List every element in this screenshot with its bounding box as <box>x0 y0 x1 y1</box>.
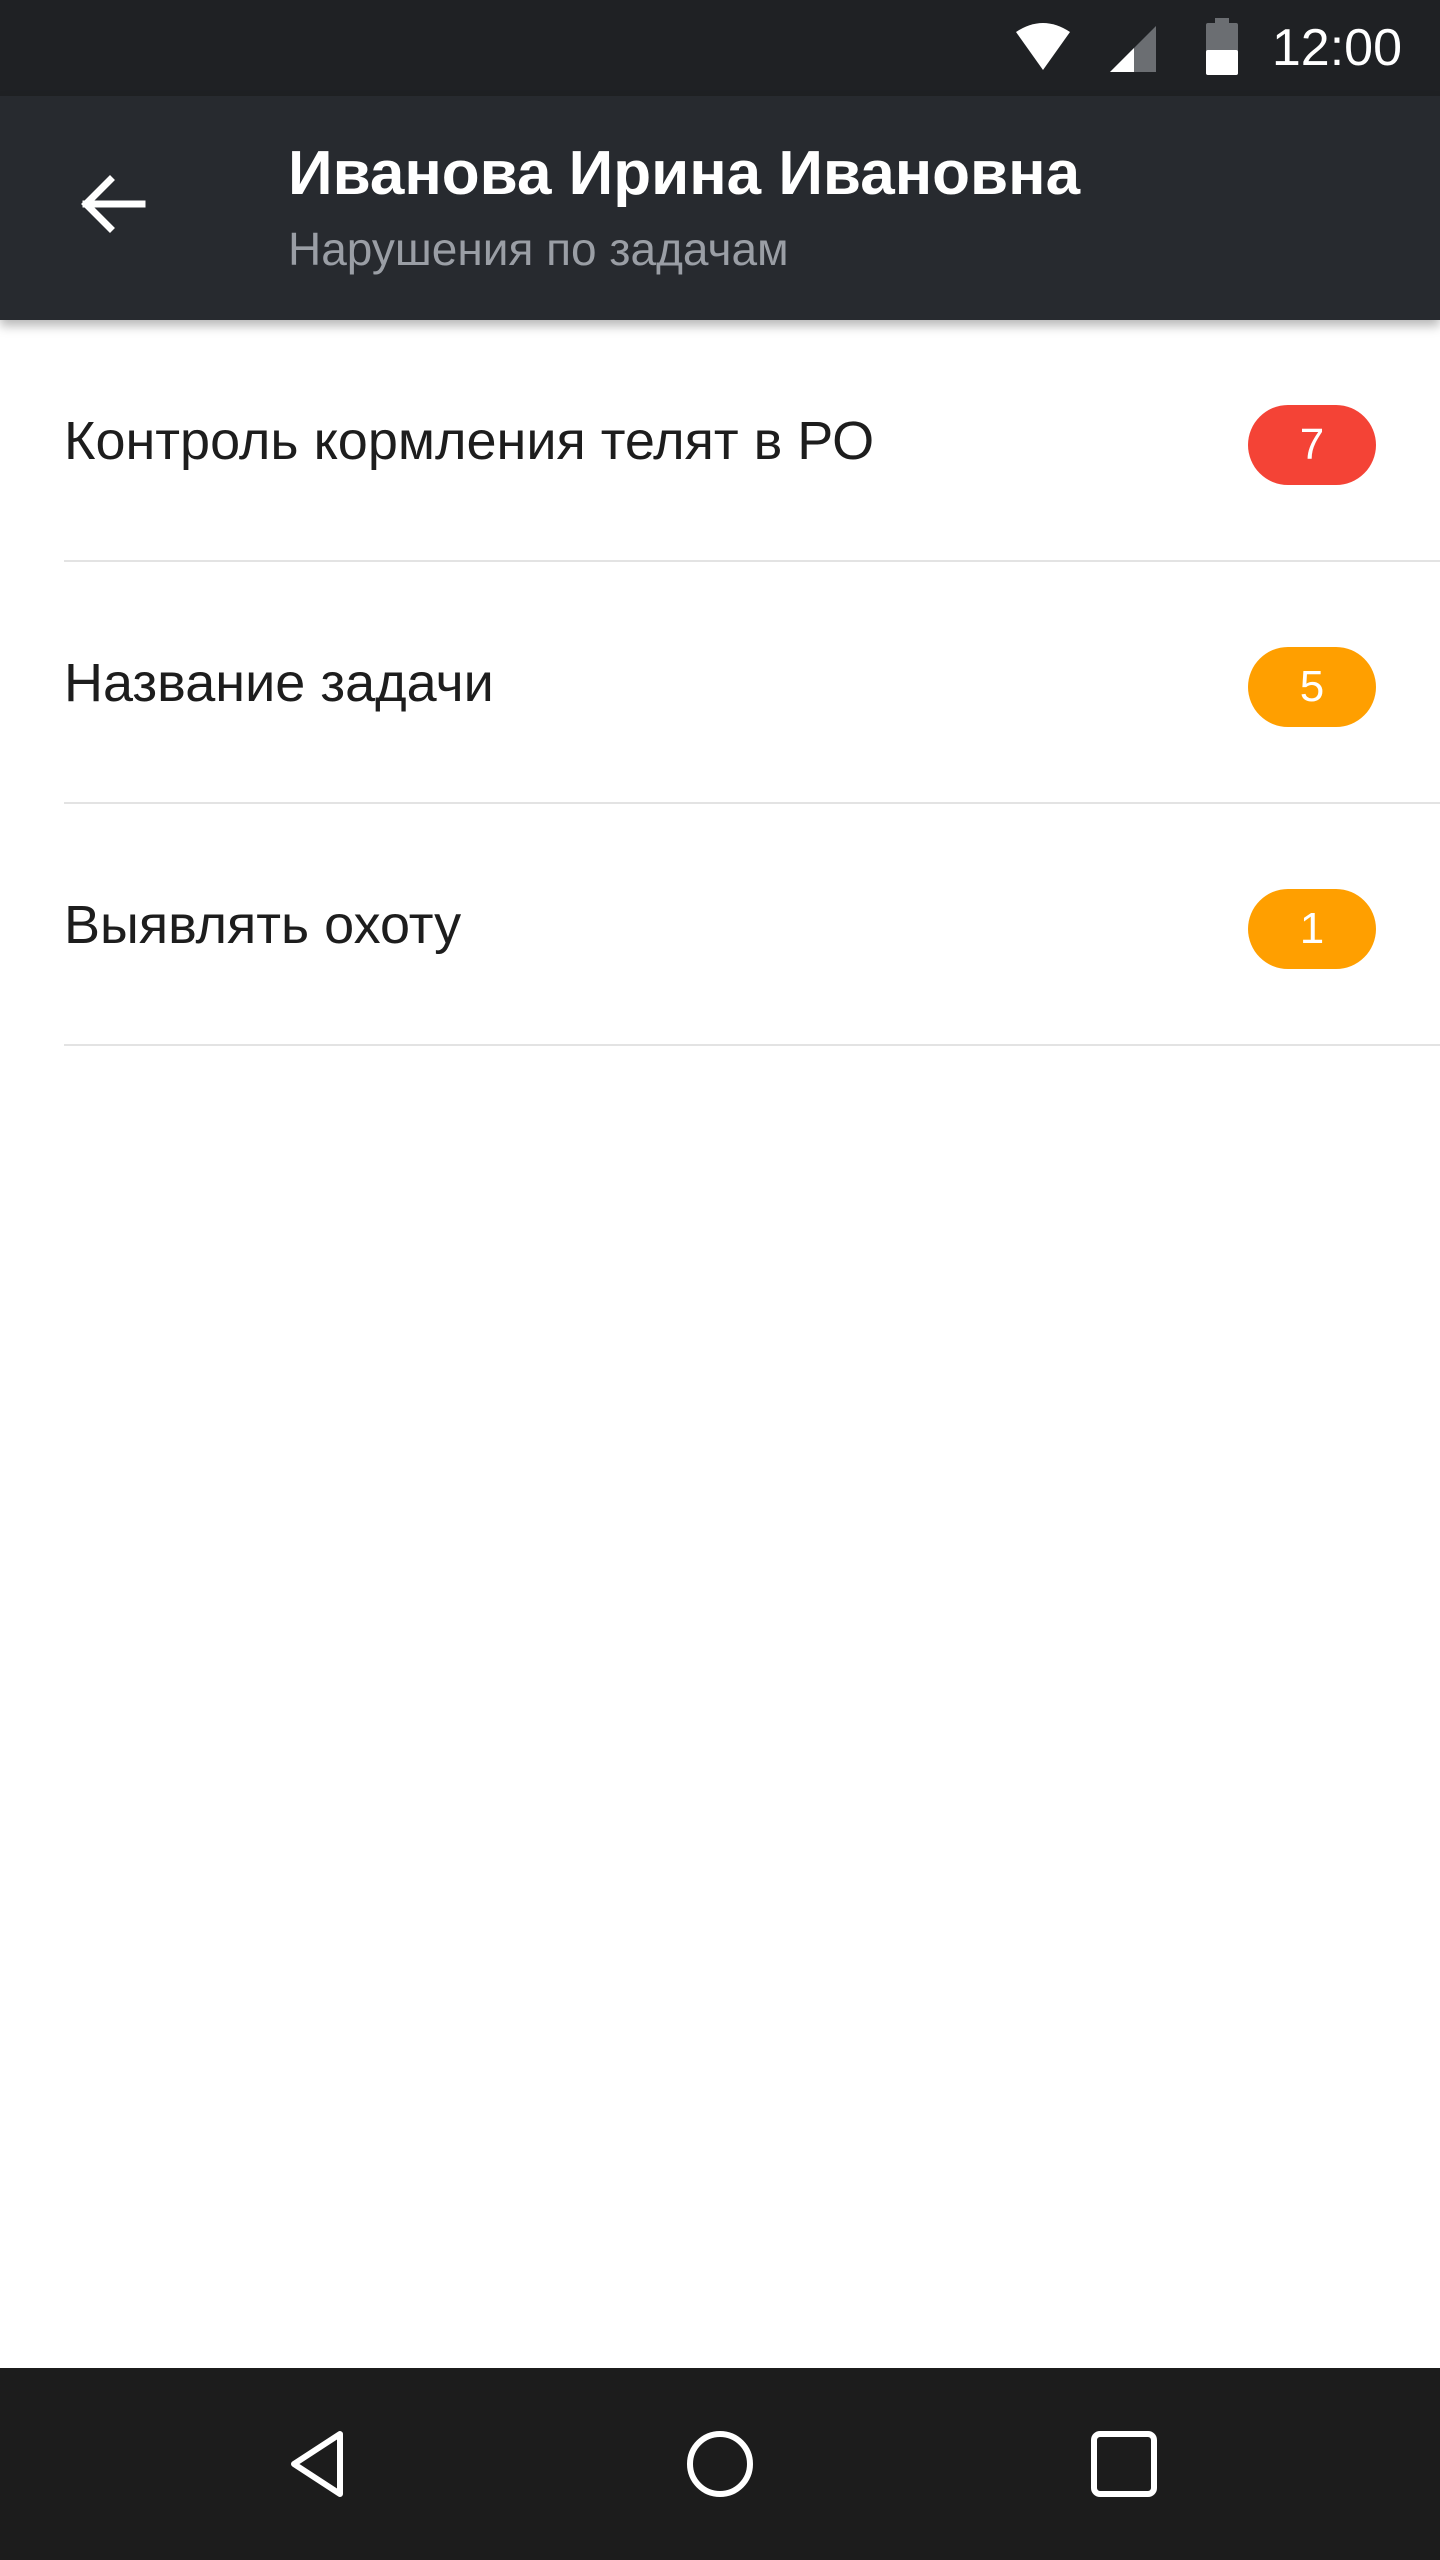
nav-recents-button[interactable] <box>1064 2404 1184 2524</box>
violation-count-badge: 5 <box>1248 647 1376 727</box>
nav-recents-icon <box>1091 2431 1157 2497</box>
screen: 12:00 Иванова Ирина Ивановна Нарушения п… <box>0 0 1440 2560</box>
list-item[interactable]: Название задачи 5 <box>0 562 1440 804</box>
list-item[interactable]: Контроль кормления телят в РО 7 <box>0 320 1440 562</box>
arrow-left-icon <box>81 175 146 233</box>
nav-home-icon <box>687 2431 753 2497</box>
app-bar: Иванова Ирина Ивановна Нарушения по зада… <box>0 96 1440 320</box>
page-subtitle: Нарушения по задачам <box>288 223 789 275</box>
cellular-signal-icon <box>1110 26 1156 72</box>
title-block: Иванова Ирина Ивановна Нарушения по зада… <box>288 134 1080 280</box>
nav-back-icon <box>291 2431 343 2497</box>
violation-count-badge: 1 <box>1248 889 1376 969</box>
status-bar: 12:00 <box>0 0 1440 96</box>
nav-back-button[interactable] <box>260 2404 380 2524</box>
task-label: Название задачи <box>64 653 494 713</box>
back-button[interactable] <box>56 148 168 260</box>
task-label: Выявлять охоту <box>64 895 462 955</box>
status-clock: 12:00 <box>1271 19 1402 77</box>
divider <box>64 1044 1440 1046</box>
violation-count-badge: 7 <box>1248 405 1376 485</box>
page-title: Иванова Ирина Ивановна <box>288 139 1081 208</box>
list-item[interactable]: Выявлять охоту 1 <box>0 804 1440 1046</box>
nav-home-button[interactable] <box>660 2404 780 2524</box>
battery-icon <box>1206 18 1238 75</box>
task-list: Контроль кормления телят в РО 7 Название… <box>0 320 1440 1046</box>
navigation-bar <box>0 2368 1440 2560</box>
wifi-icon <box>1016 23 1070 70</box>
task-label: Контроль кормления телят в РО <box>64 411 875 471</box>
